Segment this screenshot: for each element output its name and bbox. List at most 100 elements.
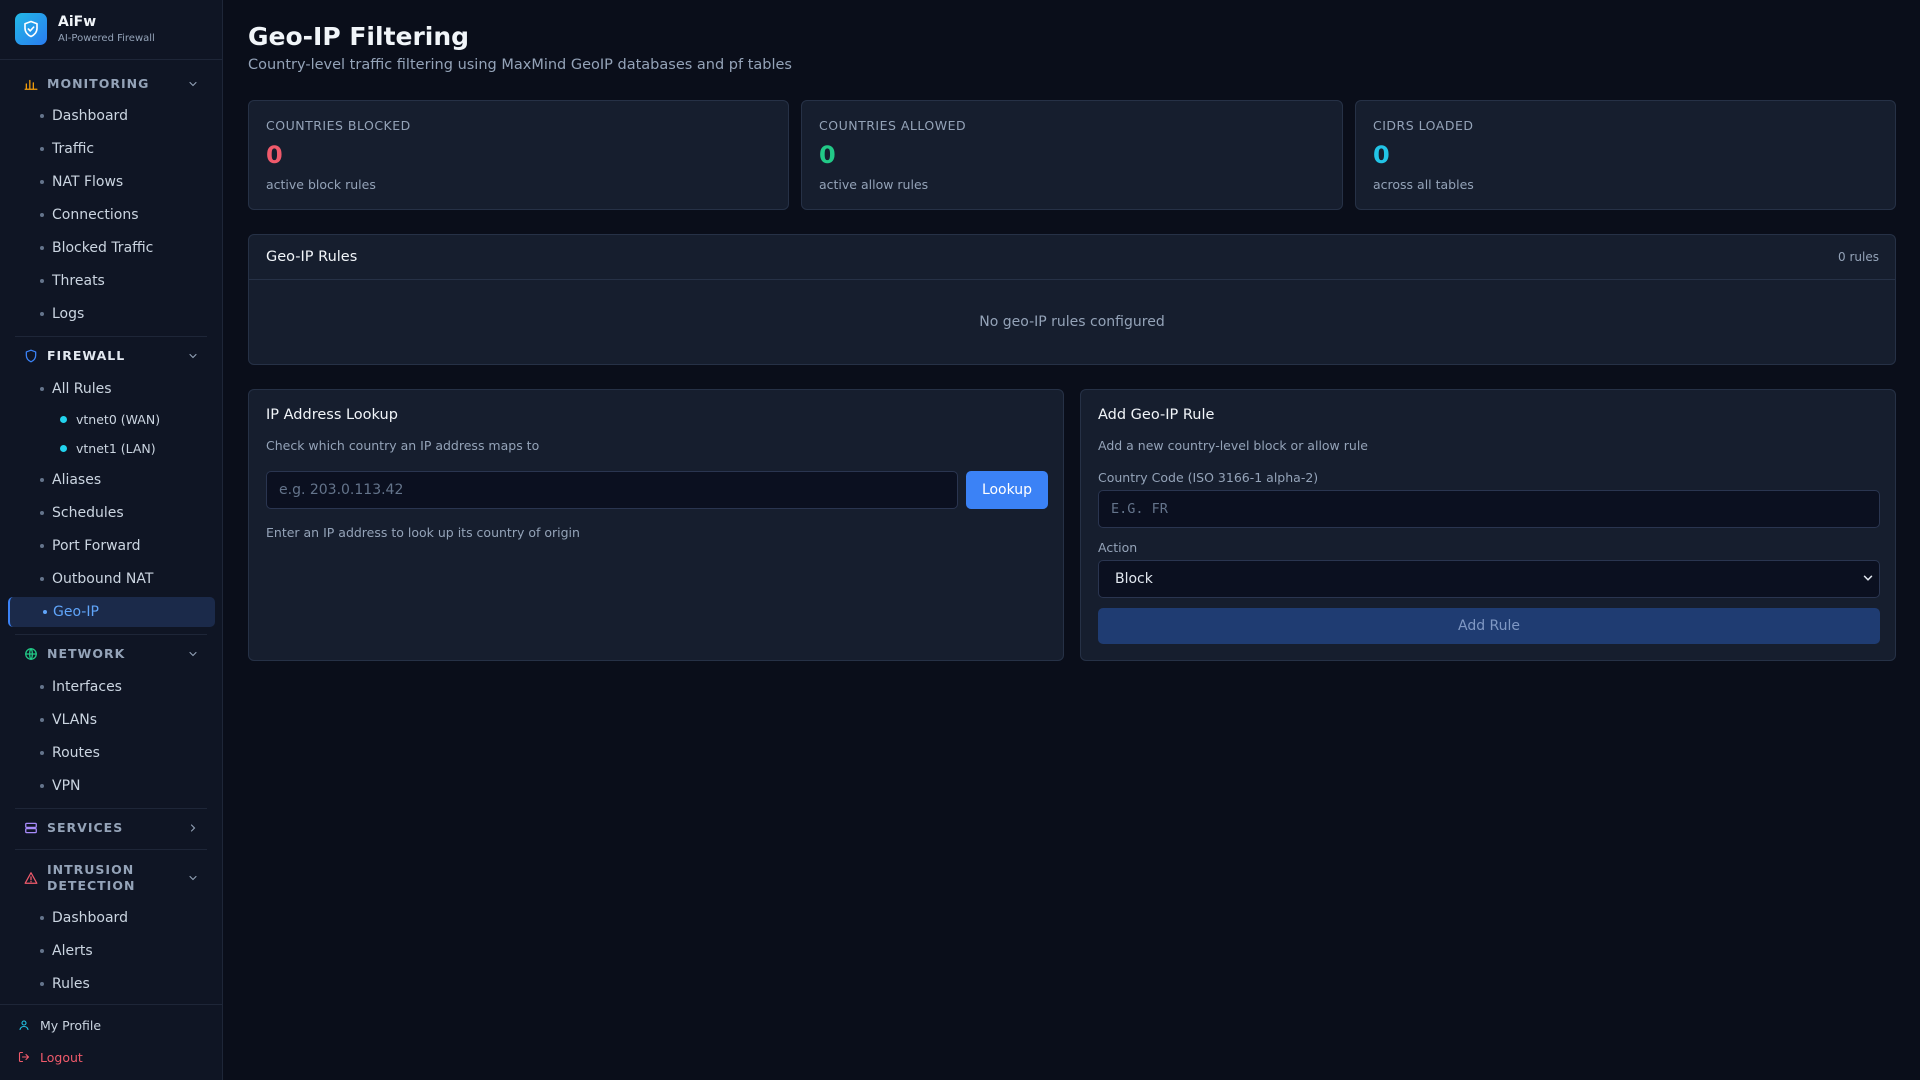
sidebar-item-nat-flows[interactable]: NAT Flows bbox=[40, 170, 123, 194]
sidebar-item-ids-rules[interactable]: Rules bbox=[40, 972, 90, 996]
sidebar-item-label: VPN bbox=[52, 778, 81, 794]
stat-label: CIDRS LOADED bbox=[1373, 118, 1474, 133]
sidebar-item-connections[interactable]: Connections bbox=[40, 203, 139, 227]
bullet-icon bbox=[40, 577, 44, 581]
section-label: FIREWALL bbox=[47, 348, 126, 363]
bullet-icon bbox=[40, 982, 44, 986]
action-select[interactable]: Block bbox=[1098, 560, 1880, 598]
bullet-icon bbox=[40, 387, 44, 391]
bullet-icon bbox=[40, 213, 44, 217]
sidebar-item-label: Rules bbox=[52, 976, 90, 992]
logout-icon bbox=[17, 1050, 31, 1064]
bullet-icon bbox=[40, 279, 44, 283]
sidebar-item-label: Alerts bbox=[52, 943, 93, 959]
sidebar-subitem-vtnet1[interactable]: vtnet1 (LAN) bbox=[60, 438, 156, 458]
sidebar-item-schedules[interactable]: Schedules bbox=[40, 501, 124, 525]
sidebar-item-vpn[interactable]: VPN bbox=[40, 774, 81, 798]
rules-count-badge: 0 rules bbox=[1838, 250, 1879, 264]
status-dot-icon bbox=[60, 415, 67, 423]
sidebar-item-dashboard[interactable]: Dashboard bbox=[40, 104, 128, 128]
section-network[interactable]: NETWORK bbox=[15, 643, 207, 665]
bullet-icon bbox=[40, 246, 44, 250]
logout-link[interactable]: Logout bbox=[17, 1047, 83, 1067]
sidebar-item-threats[interactable]: Threats bbox=[40, 269, 105, 293]
stat-label: COUNTRIES ALLOWED bbox=[819, 118, 967, 133]
ip-address-input[interactable] bbox=[266, 471, 958, 509]
sidebar-item-interfaces[interactable]: Interfaces bbox=[40, 675, 122, 699]
section-divider bbox=[15, 634, 207, 635]
sidebar-item-label: Logs bbox=[52, 306, 85, 322]
sidebar-item-routes[interactable]: Routes bbox=[40, 741, 100, 765]
add-rule-button[interactable]: Add Rule bbox=[1098, 608, 1880, 644]
sidebar-item-ids-dashboard[interactable]: Dashboard bbox=[40, 906, 128, 930]
bullet-icon bbox=[40, 949, 44, 953]
section-label: NETWORK bbox=[47, 646, 126, 661]
brand[interactable]: AiFw AI-Powered Firewall bbox=[15, 13, 215, 47]
bullet-icon bbox=[40, 114, 44, 118]
sidebar-item-traffic[interactable]: Traffic bbox=[40, 137, 94, 161]
sidebar-item-label: VLANs bbox=[52, 712, 98, 728]
sidebar-item-label: All Rules bbox=[52, 381, 112, 397]
chevron-down-icon bbox=[185, 870, 201, 886]
bullet-icon bbox=[40, 718, 44, 722]
section-services[interactable]: SERVICES bbox=[15, 817, 207, 839]
section-label: SERVICES bbox=[47, 820, 124, 835]
my-profile-link[interactable]: My Profile bbox=[17, 1015, 101, 1035]
section-monitoring[interactable]: MONITORING bbox=[15, 73, 207, 95]
section-label-line: DETECTION bbox=[47, 878, 136, 893]
sidebar-item-label: Blocked Traffic bbox=[52, 240, 154, 256]
my-profile-label: My Profile bbox=[40, 1017, 102, 1033]
bullet-icon bbox=[40, 312, 44, 316]
section-intrusion-detection[interactable]: INTRUSION DETECTION bbox=[15, 860, 207, 896]
add-rule-title: Add Geo-IP Rule bbox=[1098, 407, 1215, 423]
sidebar-item-label: Geo-IP bbox=[53, 604, 99, 620]
sidebar-item-logs[interactable]: Logs bbox=[40, 302, 84, 326]
stat-card-countries-blocked: COUNTRIES BLOCKED 0 active block rules bbox=[248, 100, 789, 210]
stat-description: active block rules bbox=[266, 177, 376, 192]
add-geo-ip-rule-panel: Add Geo-IP Rule Add a new country-level … bbox=[1080, 389, 1896, 661]
stat-description: active allow rules bbox=[819, 177, 929, 192]
bullet-icon bbox=[40, 916, 44, 920]
sidebar-item-ids-alerts[interactable]: Alerts bbox=[40, 939, 93, 963]
bullet-icon bbox=[40, 784, 44, 788]
action-label: Action bbox=[1098, 540, 1138, 555]
sidebar-subitem-label: vtnet1 (LAN) bbox=[76, 440, 156, 456]
country-code-input[interactable] bbox=[1098, 490, 1880, 528]
sidebar-item-port-forward[interactable]: Port Forward bbox=[40, 534, 141, 558]
sidebar-item-all-rules[interactable]: All Rules bbox=[40, 377, 112, 401]
stat-description: across all tables bbox=[1373, 177, 1474, 192]
chevron-down-icon bbox=[1861, 571, 1875, 589]
sidebar-item-label: Aliases bbox=[52, 472, 102, 488]
sidebar-item-label: Threats bbox=[52, 273, 105, 289]
sidebar-footer-divider bbox=[0, 1004, 223, 1005]
sidebar-item-label: Interfaces bbox=[52, 679, 122, 695]
shield-logo-icon bbox=[15, 13, 47, 45]
country-code-label: Country Code (ISO 3166-1 alpha-2) bbox=[1098, 470, 1319, 485]
lookup-button[interactable]: Lookup bbox=[966, 471, 1048, 509]
sidebar: AiFw AI-Powered Firewall MONITORING Dash… bbox=[0, 0, 223, 1080]
bullet-icon bbox=[40, 478, 44, 482]
section-firewall[interactable]: FIREWALL bbox=[15, 345, 207, 367]
section-divider bbox=[15, 849, 207, 850]
user-icon bbox=[17, 1018, 31, 1032]
sidebar-item-vlans[interactable]: VLANs bbox=[40, 708, 97, 732]
action-selected-value: Block bbox=[1115, 571, 1153, 587]
stat-value: 0 bbox=[1373, 141, 1390, 169]
brand-subtitle: AI-Powered Firewall bbox=[58, 33, 155, 44]
section-label: INTRUSION DETECTION bbox=[47, 862, 135, 894]
sidebar-subitem-vtnet0[interactable]: vtnet0 (WAN) bbox=[60, 409, 160, 429]
add-rule-description: Add a new country-level block or allow r… bbox=[1098, 438, 1368, 453]
sidebar-item-geo-ip[interactable]: Geo-IP bbox=[8, 597, 215, 627]
section-label: MONITORING bbox=[47, 76, 150, 91]
chevron-down-icon bbox=[185, 76, 201, 92]
sidebar-item-label: Port Forward bbox=[52, 538, 141, 554]
ip-lookup-panel: IP Address Lookup Check which country an… bbox=[248, 389, 1064, 661]
empty-state-message: No geo-IP rules configured bbox=[979, 314, 1165, 330]
rules-panel-title: Geo-IP Rules bbox=[266, 249, 358, 265]
sidebar-item-blocked-traffic[interactable]: Blocked Traffic bbox=[40, 236, 153, 260]
sidebar-item-aliases[interactable]: Aliases bbox=[40, 468, 101, 492]
sidebar-item-outbound-nat[interactable]: Outbound NAT bbox=[40, 567, 153, 591]
sidebar-subitem-label: vtnet0 (WAN) bbox=[76, 411, 161, 427]
sidebar-item-label: Dashboard bbox=[52, 108, 128, 124]
bullet-icon bbox=[40, 751, 44, 755]
